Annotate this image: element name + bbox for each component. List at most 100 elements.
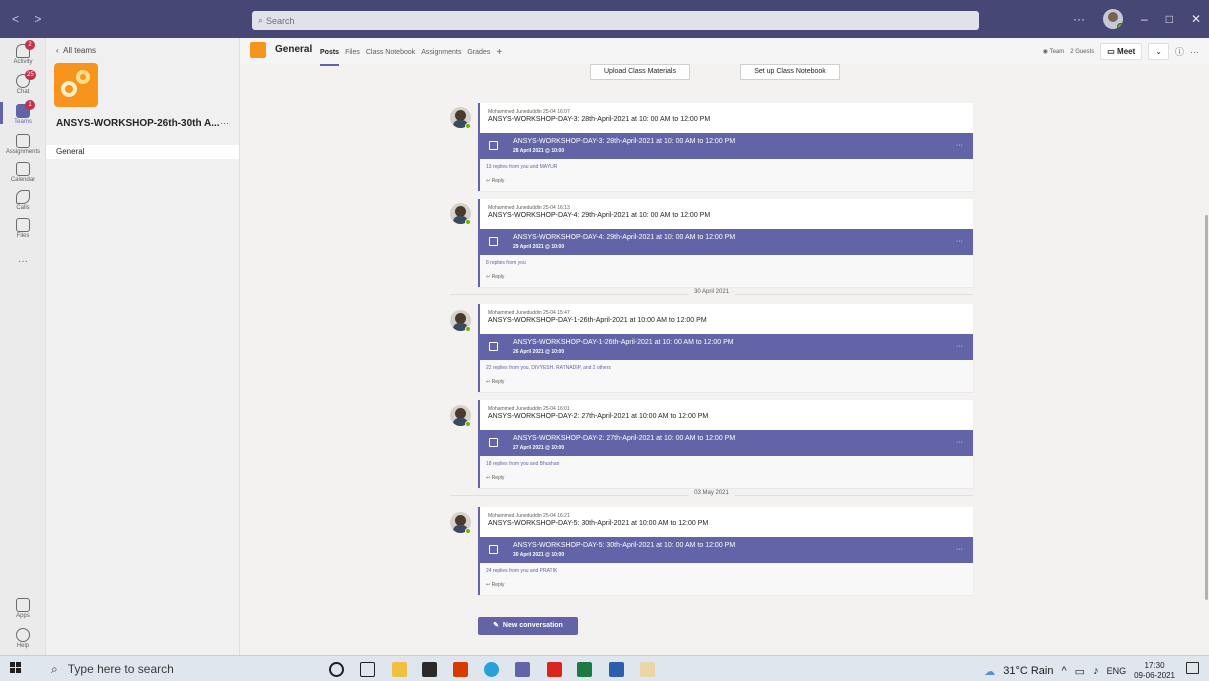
presence-icon xyxy=(465,123,471,129)
replies-link[interactable]: 13 replies from you and MAYUR xyxy=(486,164,557,170)
tab-grades[interactable]: Grades xyxy=(467,49,490,56)
app-more[interactable]: ··· xyxy=(0,256,46,267)
excel-icon[interactable] xyxy=(577,662,592,677)
add-tab-button[interactable]: + xyxy=(496,47,502,58)
app-chat[interactable]: 25 Chat xyxy=(0,70,46,95)
reply-button[interactable]: ↩ Reply xyxy=(486,582,504,588)
app-label: Chat xyxy=(16,89,30,95)
meeting-card[interactable]: ANSYS-WORKSHOP-DAY-1-26th-April-2021 at … xyxy=(480,334,973,360)
team-more-button[interactable]: ··· xyxy=(220,118,229,128)
meeting-card[interactable]: ANSYS-WORKSHOP-DAY-2: 27th-April-2021 at… xyxy=(480,430,973,456)
post-subject: ANSYS-WORKSHOP-DAY-4: 29th-April-2021 at… xyxy=(488,212,711,219)
tab-posts[interactable]: Posts xyxy=(320,49,339,56)
replies-link[interactable]: 22 replies from you, DIVYESH, RATNADIP, … xyxy=(486,365,611,371)
tab-files[interactable]: Files xyxy=(345,49,360,56)
all-teams-link[interactable]: ‹ All teams xyxy=(56,46,96,55)
search-icon: ⌕ xyxy=(51,661,58,676)
post-card: Mohammed Juneduddin 25-04 16:01 ANSYS-WO… xyxy=(478,400,973,488)
app-teams[interactable]: 1 Teams xyxy=(0,100,46,125)
app-label: Help xyxy=(16,643,30,649)
more-options-icon[interactable]: ··· xyxy=(1073,12,1085,26)
edge-icon[interactable] xyxy=(484,662,499,677)
app-calendar[interactable]: Calendar xyxy=(0,162,46,183)
guests-button[interactable]: 2 Guests xyxy=(1070,49,1094,55)
meet-dropdown-button[interactable]: ⌄ xyxy=(1148,43,1169,60)
app-files[interactable]: Files xyxy=(0,218,46,239)
app-apps[interactable]: Apps xyxy=(0,598,46,619)
calendar-icon xyxy=(489,237,498,246)
volume-icon[interactable]: ♪ xyxy=(1093,665,1099,677)
app-label: Apps xyxy=(16,613,30,619)
reply-button[interactable]: ↩ Reply xyxy=(486,178,504,184)
meeting-card[interactable]: ANSYS-WORKSHOP-DAY-5: 30th-April-2021 at… xyxy=(480,537,973,563)
app-help[interactable]: Help xyxy=(0,628,46,649)
weather-text[interactable]: 31°C Rain xyxy=(1003,665,1053,677)
more-apps-icon: ··· xyxy=(18,256,28,267)
tab-class-notebook[interactable]: Class Notebook xyxy=(366,49,415,56)
windows-logo-pane xyxy=(16,662,21,667)
meeting-date: 28 April 2021 @ 10:00 xyxy=(513,148,565,154)
replies-link[interactable]: 18 replies from you and Bhushan xyxy=(486,461,559,467)
weather-icon[interactable]: ☁ xyxy=(984,665,995,678)
acrobat-icon[interactable] xyxy=(547,662,562,677)
more-options-icon[interactable]: ··· xyxy=(956,142,963,149)
chevron-up-icon[interactable]: ^ xyxy=(1061,665,1066,677)
close-button[interactable]: ✕ xyxy=(1191,12,1201,26)
app-activity[interactable]: 2 Activity xyxy=(0,40,46,65)
more-options-icon[interactable]: ··· xyxy=(1190,47,1199,57)
date-divider-label: 30 April 2021 xyxy=(687,289,736,295)
calendar-icon xyxy=(489,141,498,150)
presence-icon xyxy=(465,421,471,427)
team-button[interactable]: ◉ Team xyxy=(1043,48,1064,55)
meet-button[interactable]: ▭ Meet xyxy=(1100,43,1143,60)
reply-button[interactable]: ↩ Reply xyxy=(486,475,504,481)
taskbar-search-input[interactable]: ⌕ Type here to search xyxy=(39,656,283,681)
clock[interactable]: 17:30 09-06-2021 xyxy=(1134,661,1175,681)
search-input[interactable]: ⌕ Search xyxy=(252,11,979,30)
meet-now-icon[interactable]: ▭ xyxy=(1075,665,1085,678)
language-indicator[interactable]: ENG xyxy=(1107,666,1127,676)
upload-class-materials-button[interactable]: Upload Class Materials xyxy=(590,64,690,80)
notification-icon[interactable] xyxy=(1186,662,1199,674)
post-footer: 8 replies from you ↩ Reply xyxy=(480,255,973,287)
more-options-icon[interactable]: ··· xyxy=(956,439,963,446)
reply-button[interactable]: ↩ Reply xyxy=(486,379,504,385)
tab-assignments[interactable]: Assignments xyxy=(421,49,461,56)
start-button[interactable] xyxy=(10,662,22,674)
scrollbar[interactable] xyxy=(1205,215,1208,600)
maximize-button[interactable]: □ xyxy=(1166,12,1173,26)
store-icon[interactable] xyxy=(422,662,437,677)
cortana-icon[interactable] xyxy=(329,662,344,677)
app-assignments[interactable]: Assignments xyxy=(0,134,46,155)
post-meta: Mohammed Juneduddin 25-04 15:47 xyxy=(488,310,570,316)
title-bar: < > ⌕ Search ··· – □ ✕ xyxy=(0,0,1209,38)
office-icon[interactable] xyxy=(453,662,468,677)
word-icon[interactable] xyxy=(609,662,624,677)
more-options-icon[interactable]: ··· xyxy=(956,238,963,245)
new-conversation-button[interactable]: ✎ New conversation xyxy=(478,617,578,635)
meeting-card[interactable]: ANSYS-WORKSHOP-DAY-3: 28th-April-2021 at… xyxy=(480,133,973,159)
setup-class-notebook-button[interactable]: Set up Class Notebook xyxy=(740,64,840,80)
calendar-icon xyxy=(16,162,30,176)
all-teams-label: All teams xyxy=(63,46,97,55)
meeting-card[interactable]: ANSYS-WORKSHOP-DAY-4: 29th-April-2021 at… xyxy=(480,229,973,255)
file-explorer-icon[interactable] xyxy=(392,662,407,677)
more-options-icon[interactable]: ··· xyxy=(956,546,963,553)
apps-icon xyxy=(16,598,30,612)
paint-icon[interactable] xyxy=(640,662,655,677)
replies-link[interactable]: 24 replies from you and PRATIK xyxy=(486,568,557,574)
minimize-button[interactable]: – xyxy=(1141,12,1148,26)
teams-icon[interactable] xyxy=(515,662,530,677)
profile-avatar[interactable] xyxy=(1103,9,1123,29)
channel-general[interactable]: General xyxy=(46,145,239,159)
reply-button[interactable]: ↩ Reply xyxy=(486,274,504,280)
more-options-icon[interactable]: ··· xyxy=(956,343,963,350)
search-icon: ⌕ xyxy=(258,15,264,25)
task-view-icon[interactable] xyxy=(360,662,375,677)
info-icon[interactable]: ⓘ xyxy=(1175,45,1184,58)
app-calls[interactable]: Calls xyxy=(0,190,46,211)
replies-link[interactable]: 8 replies from you xyxy=(486,260,526,266)
back-forward-nav[interactable]: < > xyxy=(0,12,60,26)
channel-tabs: Posts Files Class Notebook Assignments G… xyxy=(320,47,502,58)
meeting-date: 29 April 2021 @ 10:00 xyxy=(513,244,565,250)
